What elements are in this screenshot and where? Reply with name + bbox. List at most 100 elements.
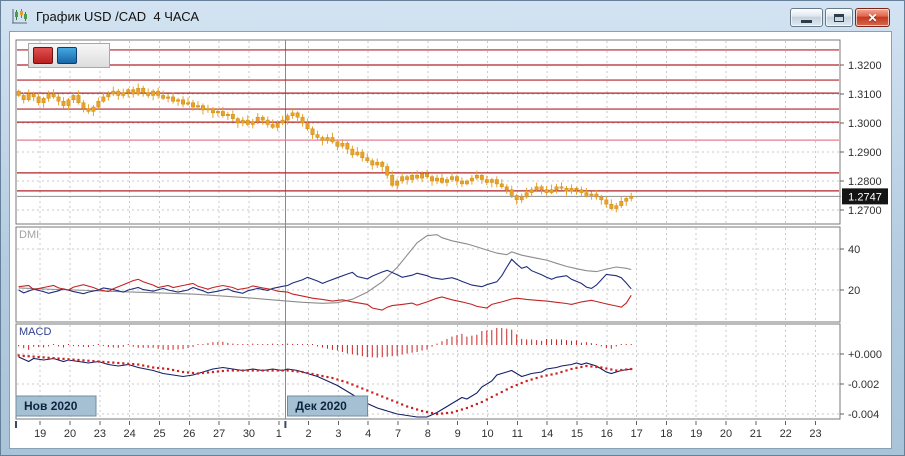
date-label: 26 [183, 428, 195, 440]
macd-signal-dot [560, 371, 562, 373]
candle-body [510, 190, 513, 196]
macd-signal-dot [301, 371, 303, 373]
candle-body [595, 194, 598, 197]
macd-signal-dot [545, 374, 547, 376]
macd-signal-dot [67, 358, 69, 360]
macd-signal-dot [461, 408, 463, 410]
dmi-panel-label: DMI [19, 229, 39, 241]
macd-signal-dot [426, 411, 428, 413]
macd-signal-dot [222, 370, 224, 372]
close-button[interactable]: ✕ [855, 8, 890, 27]
macd-signal-dot [366, 389, 368, 391]
chart-client-area: 1920232425262730123478910111415161718192… [9, 31, 892, 449]
candle-body [336, 142, 339, 146]
macd-signal-dot [431, 412, 433, 414]
blue-marker-tool-button[interactable] [57, 47, 77, 64]
macd-signal-dot [541, 375, 543, 377]
red-marker-tool-button[interactable] [33, 47, 53, 64]
candle-body [176, 100, 179, 101]
chart-canvas[interactable]: 1920232425262730123478910111415161718192… [10, 32, 891, 448]
candle-body [515, 196, 518, 200]
candle-body [186, 103, 189, 104]
candle-body [321, 138, 324, 141]
macd-signal-dot [466, 407, 468, 409]
macd-signal-dot [122, 362, 124, 364]
macd-signal-dot [570, 368, 572, 370]
candle-body [565, 188, 568, 191]
candle-body [605, 200, 608, 204]
window-title: График USD /CAD 4 ЧАСА [36, 9, 199, 24]
macd-signal-dot [386, 397, 388, 399]
candle-body [301, 117, 304, 123]
candle-body [22, 95, 25, 99]
macd-signal-dot [102, 361, 104, 363]
date-label: 24 [124, 428, 136, 440]
candle-body [620, 201, 623, 205]
candle-body [351, 149, 354, 155]
macd-signal-dot [585, 365, 587, 367]
macd-signal-dot [526, 380, 528, 382]
candle-body [450, 177, 453, 180]
date-label: 27 [213, 428, 225, 440]
minimize-button[interactable] [790, 8, 823, 27]
macd-signal-dot [411, 407, 413, 409]
macd-signal-dot [356, 385, 358, 387]
macd-signal-dot [481, 401, 483, 403]
macd-signal-dot [590, 365, 592, 367]
candle-body [256, 117, 259, 121]
candle-body [560, 187, 563, 188]
macd-signal-dot [117, 362, 119, 364]
candle-body [122, 93, 125, 96]
candle-body [386, 167, 389, 176]
macd-signal-dot [18, 354, 20, 356]
macd-signal-dot [147, 365, 149, 367]
date-label: 14 [541, 428, 553, 440]
macd-signal-dot [416, 408, 418, 410]
date-label: 4 [365, 428, 371, 440]
macd-signal-dot [620, 369, 622, 371]
candle-body [42, 98, 45, 102]
candle-body [47, 94, 50, 98]
candle-body [455, 177, 458, 181]
candle-body [435, 178, 438, 181]
date-label: 20 [64, 428, 76, 440]
candle-body [575, 188, 578, 189]
macd-signal-dot [511, 386, 513, 388]
macd-signal-dot [52, 357, 54, 359]
candle-body [470, 178, 473, 181]
macd-signal-dot [371, 391, 373, 393]
macd-signal-dot [331, 377, 333, 379]
candle-body [580, 190, 583, 193]
month-marker-label: Дек 2020 [295, 399, 347, 413]
macd-signal-dot [292, 370, 294, 372]
macd-signal-dot [82, 359, 84, 361]
macd-signal-dot [262, 369, 264, 371]
candle-body [251, 122, 254, 125]
date-label: 3 [335, 428, 341, 440]
maximize-button[interactable] [825, 8, 853, 27]
macd-signal-dot [272, 369, 274, 371]
candle-body [32, 94, 35, 97]
candle-body [530, 190, 533, 193]
date-label: 18 [660, 428, 672, 440]
candle-body [341, 143, 344, 146]
candle-body [495, 180, 498, 184]
candle-body [545, 190, 548, 193]
macd-signal-dot [247, 369, 249, 371]
candle-body [405, 177, 408, 180]
macd-signal-dot [321, 375, 323, 377]
candle-body [326, 138, 329, 141]
macd-signal-dot [580, 366, 582, 368]
title-bar[interactable]: График USD /CAD 4 ЧАСА ✕ [1, 1, 904, 31]
candle-body [27, 94, 30, 100]
minimize-icon [801, 20, 812, 23]
date-label: 9 [455, 428, 461, 440]
window-controls: ✕ [790, 8, 890, 27]
macd-signal-dot [97, 360, 99, 362]
macd-signal-dot [471, 405, 473, 407]
candle-body [445, 180, 448, 183]
macd-signal-dot [28, 355, 30, 357]
macd-signal-dot [486, 398, 488, 400]
candle-body [420, 174, 423, 178]
date-label: 10 [481, 428, 493, 440]
